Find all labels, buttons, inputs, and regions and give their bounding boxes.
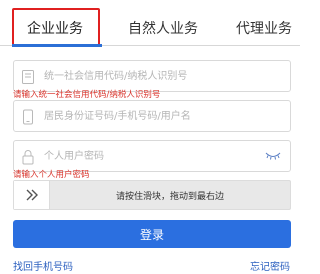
account-input[interactable] <box>44 102 264 130</box>
password-error: 请输入个人用户密码 <box>13 170 90 180</box>
eye-closed-icon[interactable] <box>265 151 281 161</box>
building-icon <box>22 70 34 84</box>
login-button[interactable]: 登录 <box>13 220 291 248</box>
captcha-slider[interactable]: 请按住滑块，拖动到最右边 <box>13 180 291 210</box>
password-input[interactable] <box>44 142 264 170</box>
tab-agent[interactable]: 代理业务 <box>236 18 292 38</box>
tab-enterprise[interactable]: 企业业务 <box>27 18 83 38</box>
tab-individual[interactable]: 自然人业务 <box>128 18 198 38</box>
lock-icon <box>22 150 34 165</box>
phone-icon <box>23 109 33 125</box>
account-field <box>13 100 291 132</box>
slider-hint: 请按住滑块，拖动到最右边 <box>115 192 224 202</box>
slider-handle[interactable] <box>14 181 50 209</box>
business-tabs: 企业业务 自然人业务 代理业务 <box>0 0 300 47</box>
forgot-password-link[interactable]: 忘记密码 <box>250 258 290 273</box>
find-phone-link[interactable]: 找回手机号码 <box>13 258 73 273</box>
active-tab-underline <box>12 44 102 47</box>
credit-code-error: 请输入统一社会信用代码/纳税人识别号 <box>13 90 161 100</box>
credit-code-input[interactable] <box>44 62 264 90</box>
double-chevron-right-icon <box>26 189 38 201</box>
